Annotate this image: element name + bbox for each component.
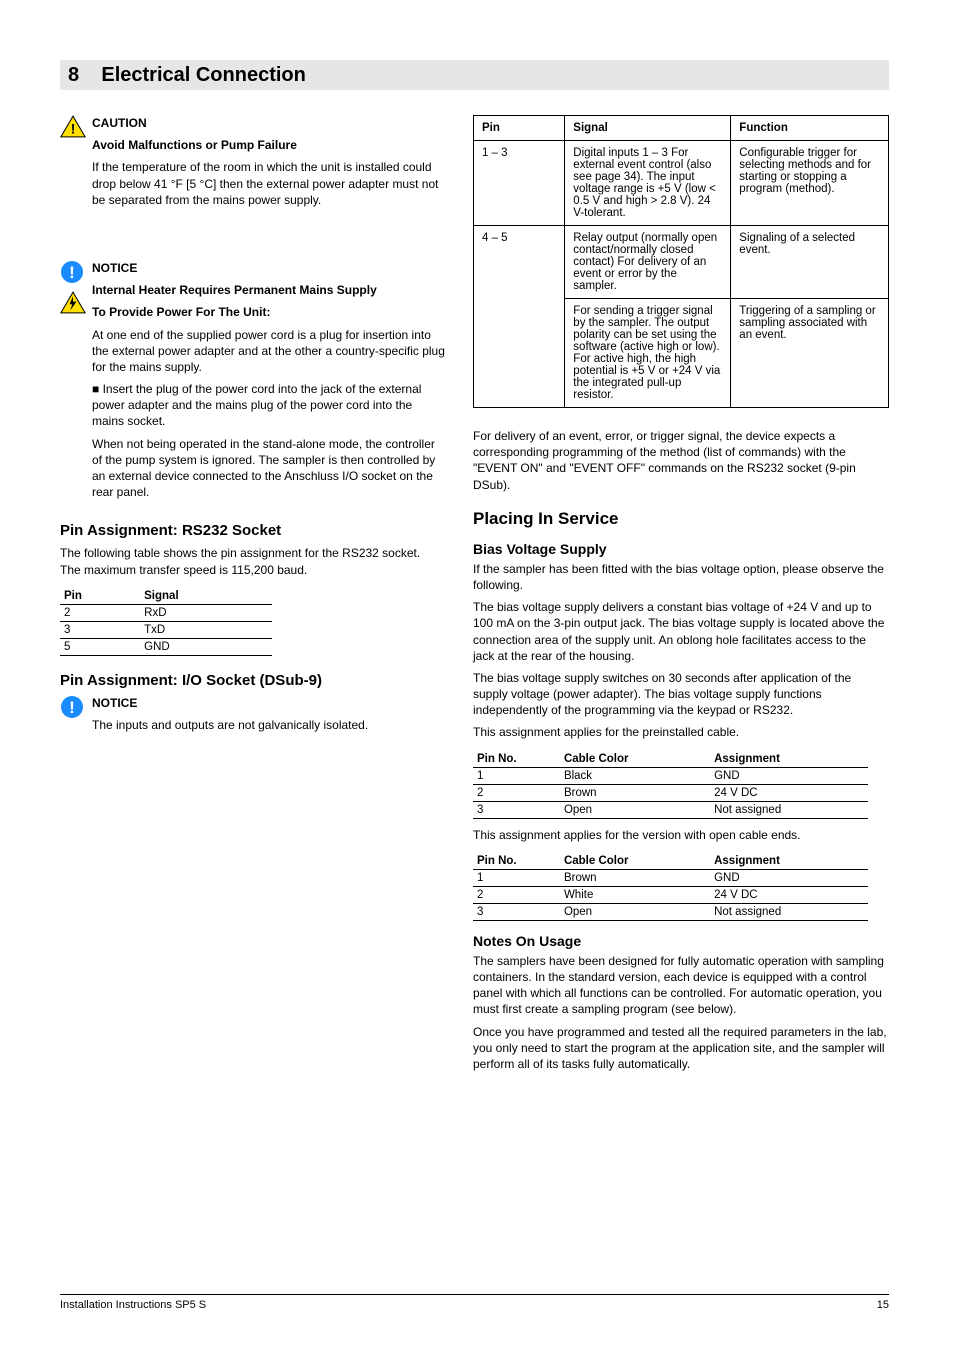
caution-sub: Avoid Malfunctions or Pump Failure xyxy=(92,138,297,152)
io-pin-table: Pin Signal Function 1 – 3 Digital inputs… xyxy=(473,115,889,408)
bias-p1: If the sampler has been fitted with the … xyxy=(473,561,889,593)
pin-header: Pin xyxy=(60,588,140,605)
rs232-p1: The following table shows the pin assign… xyxy=(60,546,420,560)
table-row: 2RxD xyxy=(60,604,272,621)
table-row: 2Brown24 V DC xyxy=(473,784,868,801)
notice-icon: ! xyxy=(60,260,84,284)
bias-table-a: Pin No.Cable ColorAssignment 1BlackGND 2… xyxy=(473,751,868,819)
placing-heading: Placing In Service xyxy=(473,509,889,529)
usage-heading: Notes On Usage xyxy=(473,933,889,949)
section-title: Electrical Connection xyxy=(101,64,306,87)
notice-step: To Provide Power For The Unit: xyxy=(92,305,270,319)
notice-text3: When not being operated in the stand-alo… xyxy=(92,436,445,501)
bias-p2: The bias voltage supply delivers a const… xyxy=(473,599,889,664)
footer-title: Installation Instructions SP5 S xyxy=(60,1299,206,1311)
table-row: 1BrownGND xyxy=(473,869,868,886)
io-notice-label: NOTICE xyxy=(92,696,137,710)
notice-text1: At one end of the supplied power cord is… xyxy=(92,327,445,376)
svg-text:!: ! xyxy=(71,120,76,136)
after-table-text: For delivery of an event, error, or trig… xyxy=(473,428,889,493)
table-row: 5GND xyxy=(60,638,272,655)
io-heading: Pin Assignment: I/O Socket (DSub-9) xyxy=(60,672,445,689)
table-row: 1 – 3 Digital inputs 1 – 3 For external … xyxy=(474,141,889,226)
bias-p4: This assignment applies for the preinsta… xyxy=(473,724,889,740)
table-row: 3OpenNot assigned xyxy=(473,903,868,920)
table-row: 1BlackGND xyxy=(473,767,868,784)
notice-icon: ! xyxy=(60,695,84,719)
section-number: 8 xyxy=(68,64,79,87)
table-row: 2White24 V DC xyxy=(473,886,868,903)
signal-header: Signal xyxy=(140,588,272,605)
io-notice-text: The inputs and outputs are not galvanica… xyxy=(92,717,445,733)
rs232-p2: The maximum transfer speed is 115,200 ba… xyxy=(60,563,307,577)
caution-text: If the temperature of the room in which … xyxy=(92,159,445,208)
usage-p1: The samplers have been designed for full… xyxy=(473,953,889,1018)
svg-text:!: ! xyxy=(69,263,75,282)
notice-label: NOTICE xyxy=(92,261,137,275)
bias-heading: Bias Voltage Supply xyxy=(473,541,889,557)
page-footer: Installation Instructions SP5 S 15 xyxy=(60,1294,889,1311)
table-row: 3TxD xyxy=(60,621,272,638)
notice-sub: Internal Heater Requires Permanent Mains… xyxy=(92,283,377,297)
electric-warning-icon xyxy=(60,291,86,314)
bias-p3: The bias voltage supply switches on 30 s… xyxy=(473,670,889,719)
rs232-heading: Pin Assignment: RS232 Socket xyxy=(60,522,445,539)
bias-p5: This assignment applies for the version … xyxy=(473,827,889,843)
notice-text2: ■ Insert the plug of the power cord into… xyxy=(92,381,445,430)
page-number: 15 xyxy=(877,1299,889,1311)
bias-table-b: Pin No.Cable ColorAssignment 1BrownGND 2… xyxy=(473,853,868,921)
table-row: 3OpenNot assigned xyxy=(473,801,868,818)
rs232-table: PinSignal 2RxD 3TxD 5GND xyxy=(60,588,272,656)
usage-p2: Once you have programmed and tested all … xyxy=(473,1024,889,1073)
warning-icon: ! xyxy=(60,115,86,138)
caution-label: CAUTION xyxy=(92,116,147,130)
table-row: 4 – 5 Relay output (normally open contac… xyxy=(474,226,889,299)
section-spacer xyxy=(79,64,101,87)
svg-text:!: ! xyxy=(69,698,75,717)
